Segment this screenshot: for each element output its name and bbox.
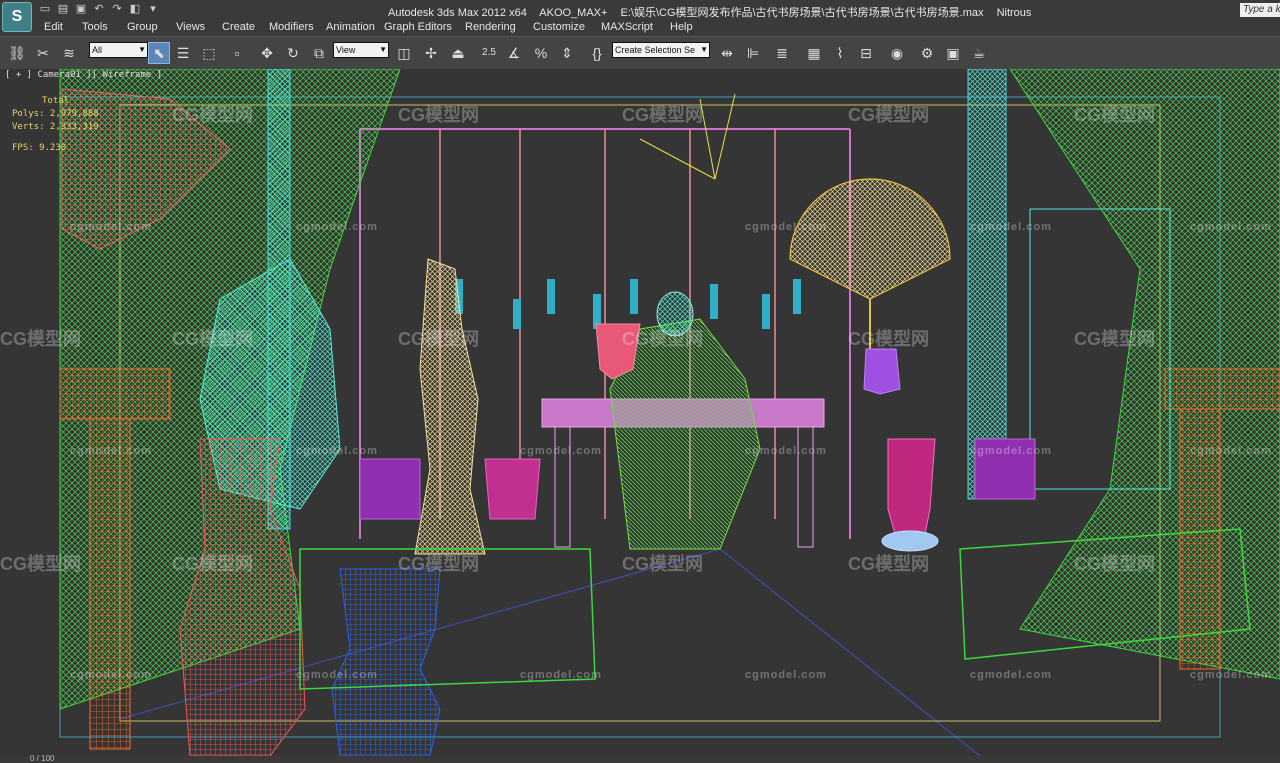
watermark-text: cgmodel.com bbox=[970, 221, 1052, 233]
keyboard-shortcut-icon[interactable]: ⏏ bbox=[447, 42, 469, 64]
quick-access-toolbar: ▭ ▤ ▣ ↶ ↷ ◧ ▾ bbox=[38, 2, 160, 16]
menu-create[interactable]: Create bbox=[222, 21, 255, 33]
menu-bar: Edit Tools Group Views Create Modifiers … bbox=[0, 20, 1280, 36]
scale-icon[interactable]: ⧉ bbox=[308, 42, 330, 64]
unlink-icon[interactable]: ✂ bbox=[32, 42, 54, 64]
watermark-logo: CG模型网 bbox=[172, 105, 253, 125]
layer-manager-icon[interactable]: ≣ bbox=[771, 42, 793, 64]
material-editor-icon[interactable]: ◉ bbox=[886, 42, 908, 64]
watermark-text: cgmodel.com bbox=[296, 669, 378, 681]
snap-toggle-icon[interactable]: 2.5 bbox=[478, 42, 500, 64]
watermark-text: cgmodel.com bbox=[1190, 669, 1272, 681]
redo-icon[interactable]: ↷ bbox=[110, 2, 124, 16]
save-icon[interactable]: ▣ bbox=[74, 2, 88, 16]
move-icon[interactable]: ✥ bbox=[256, 42, 278, 64]
watermark-text: cgmodel.com bbox=[970, 669, 1052, 681]
curve-editor-icon[interactable]: ⌇ bbox=[829, 42, 851, 64]
project-icon[interactable]: ◧ bbox=[128, 2, 142, 16]
watermark-text: cgmodel.com bbox=[745, 669, 827, 681]
percent-snap-icon[interactable]: % bbox=[530, 42, 552, 64]
watermark-text: cgmodel.com bbox=[296, 445, 378, 457]
open-file-icon[interactable]: ▤ bbox=[56, 2, 70, 16]
menu-maxscript[interactable]: MAXScript bbox=[601, 21, 653, 33]
window-crossing-icon[interactable]: ▫ bbox=[226, 42, 248, 64]
main-toolbar: ⛓ ✂ ≋ All ▼ ⬉ ☰ ⬚ ▫ ✥ ↻ ⧉ View ▼ ◫ ✢ ⏏ 2.5… bbox=[0, 36, 1280, 70]
dropdown-arrow-icon[interactable]: ▾ bbox=[146, 2, 160, 16]
render-production-icon[interactable]: ☕ bbox=[968, 42, 990, 64]
select-manipulate-icon[interactable]: ✢ bbox=[420, 42, 442, 64]
watermark-text: cgmodel.com bbox=[520, 445, 602, 457]
window-title: Autodesk 3ds Max 2012 x64 AKOO_MAX+ E:\娱… bbox=[388, 7, 1032, 19]
watermark-logo: CG模型网 bbox=[622, 329, 703, 349]
schematic-view-icon[interactable]: ⊟ bbox=[855, 42, 877, 64]
wireframe-scene bbox=[0, 69, 1280, 756]
watermark-logo: CG模型网 bbox=[0, 329, 81, 349]
watermark-logo: CG模型网 bbox=[172, 554, 253, 574]
selection-filter-dropdown[interactable]: All ▼ bbox=[89, 42, 148, 58]
watermark-logo: CG模型网 bbox=[398, 554, 479, 574]
select-object-icon[interactable]: ⬉ bbox=[148, 42, 170, 64]
graphite-tools-icon[interactable]: ▦ bbox=[803, 42, 825, 64]
new-file-icon[interactable]: ▭ bbox=[38, 2, 52, 16]
watermark-logo: CG模型网 bbox=[1074, 329, 1155, 349]
watermark-logo: CG模型网 bbox=[0, 554, 81, 574]
watermark-text: cgmodel.com bbox=[1190, 445, 1272, 457]
pivot-center-icon[interactable]: ◫ bbox=[393, 42, 415, 64]
bind-space-warp-icon[interactable]: ≋ bbox=[58, 42, 80, 64]
mirror-icon[interactable]: ⇹ bbox=[716, 42, 738, 64]
angle-snap-icon[interactable]: ∡ bbox=[503, 42, 525, 64]
watermark-logo: CG模型网 bbox=[848, 554, 929, 574]
watermark-text: cgmodel.com bbox=[70, 445, 152, 457]
menu-graph-editors[interactable]: Graph Editors bbox=[384, 21, 452, 33]
menu-modifiers[interactable]: Modifiers bbox=[269, 21, 314, 33]
rotate-icon[interactable]: ↻ bbox=[282, 42, 304, 64]
watermark-text: cgmodel.com bbox=[745, 221, 827, 233]
watermark-logo: CG模型网 bbox=[848, 329, 929, 349]
reference-coordinate-dropdown[interactable]: View ▼ bbox=[333, 42, 389, 58]
watermark-text: cgmodel.com bbox=[296, 221, 378, 233]
time-slider-bar[interactable]: 0 / 100 bbox=[0, 754, 1280, 763]
rendered-frame-window-icon[interactable]: ▣ bbox=[942, 42, 964, 64]
watermark-text: cgmodel.com bbox=[70, 669, 152, 681]
title-bar: S ▭ ▤ ▣ ↶ ↷ ◧ ▾ Autodesk 3ds Max 2012 x6… bbox=[0, 0, 1280, 32]
watermark-text: cgmodel.com bbox=[745, 445, 827, 457]
watermark-logo: CG模型网 bbox=[398, 329, 479, 349]
search-input[interactable]: Type a k bbox=[1240, 3, 1280, 17]
menu-edit[interactable]: Edit bbox=[44, 21, 63, 33]
menu-tools[interactable]: Tools bbox=[82, 21, 108, 33]
edit-named-selection-icon[interactable]: {} bbox=[586, 42, 608, 64]
menu-views[interactable]: Views bbox=[176, 21, 205, 33]
watermark-logo: CG模型网 bbox=[622, 554, 703, 574]
viewport-label[interactable]: [ + ] Camera01 ][ Wireframe ] bbox=[5, 70, 162, 80]
watermark-text: cgmodel.com bbox=[70, 221, 152, 233]
menu-group[interactable]: Group bbox=[127, 21, 158, 33]
menu-customize[interactable]: Customize bbox=[533, 21, 585, 33]
render-setup-icon[interactable]: ⚙ bbox=[916, 42, 938, 64]
menu-help[interactable]: Help bbox=[670, 21, 693, 33]
watermark-text: cgmodel.com bbox=[970, 445, 1052, 457]
select-by-name-icon[interactable]: ☰ bbox=[172, 42, 194, 64]
watermark-logo: CG模型网 bbox=[398, 105, 479, 125]
align-icon[interactable]: ⊫ bbox=[742, 42, 764, 64]
watermark-logo: CG模型网 bbox=[622, 105, 703, 125]
select-link-icon[interactable]: ⛓ bbox=[6, 42, 28, 64]
frame-counter: 0 / 100 bbox=[30, 754, 55, 763]
menu-rendering[interactable]: Rendering bbox=[465, 21, 516, 33]
watermark-logo: CG模型网 bbox=[848, 105, 929, 125]
watermark-logo: CG模型网 bbox=[172, 329, 253, 349]
menu-animation[interactable]: Animation bbox=[326, 21, 375, 33]
named-selection-set-dropdown[interactable]: Create Selection Se ▼ bbox=[612, 42, 710, 58]
spinner-snap-icon[interactable]: ⇕ bbox=[556, 42, 578, 64]
watermark-logo: CG模型网 bbox=[1074, 105, 1155, 125]
camera-viewport[interactable]: [ + ] Camera01 ][ Wireframe ] Total Poly… bbox=[0, 69, 1280, 756]
undo-icon[interactable]: ↶ bbox=[92, 2, 106, 16]
rectangular-selection-icon[interactable]: ⬚ bbox=[198, 42, 220, 64]
app-logo-icon[interactable]: S bbox=[2, 2, 32, 32]
viewport-statistics: Total Polys: 2,979,888 Verts: 2,333,319 … bbox=[12, 96, 99, 153]
watermark-logo: CG模型网 bbox=[1074, 554, 1155, 574]
watermark-text: cgmodel.com bbox=[520, 669, 602, 681]
watermark-text: cgmodel.com bbox=[1190, 221, 1272, 233]
